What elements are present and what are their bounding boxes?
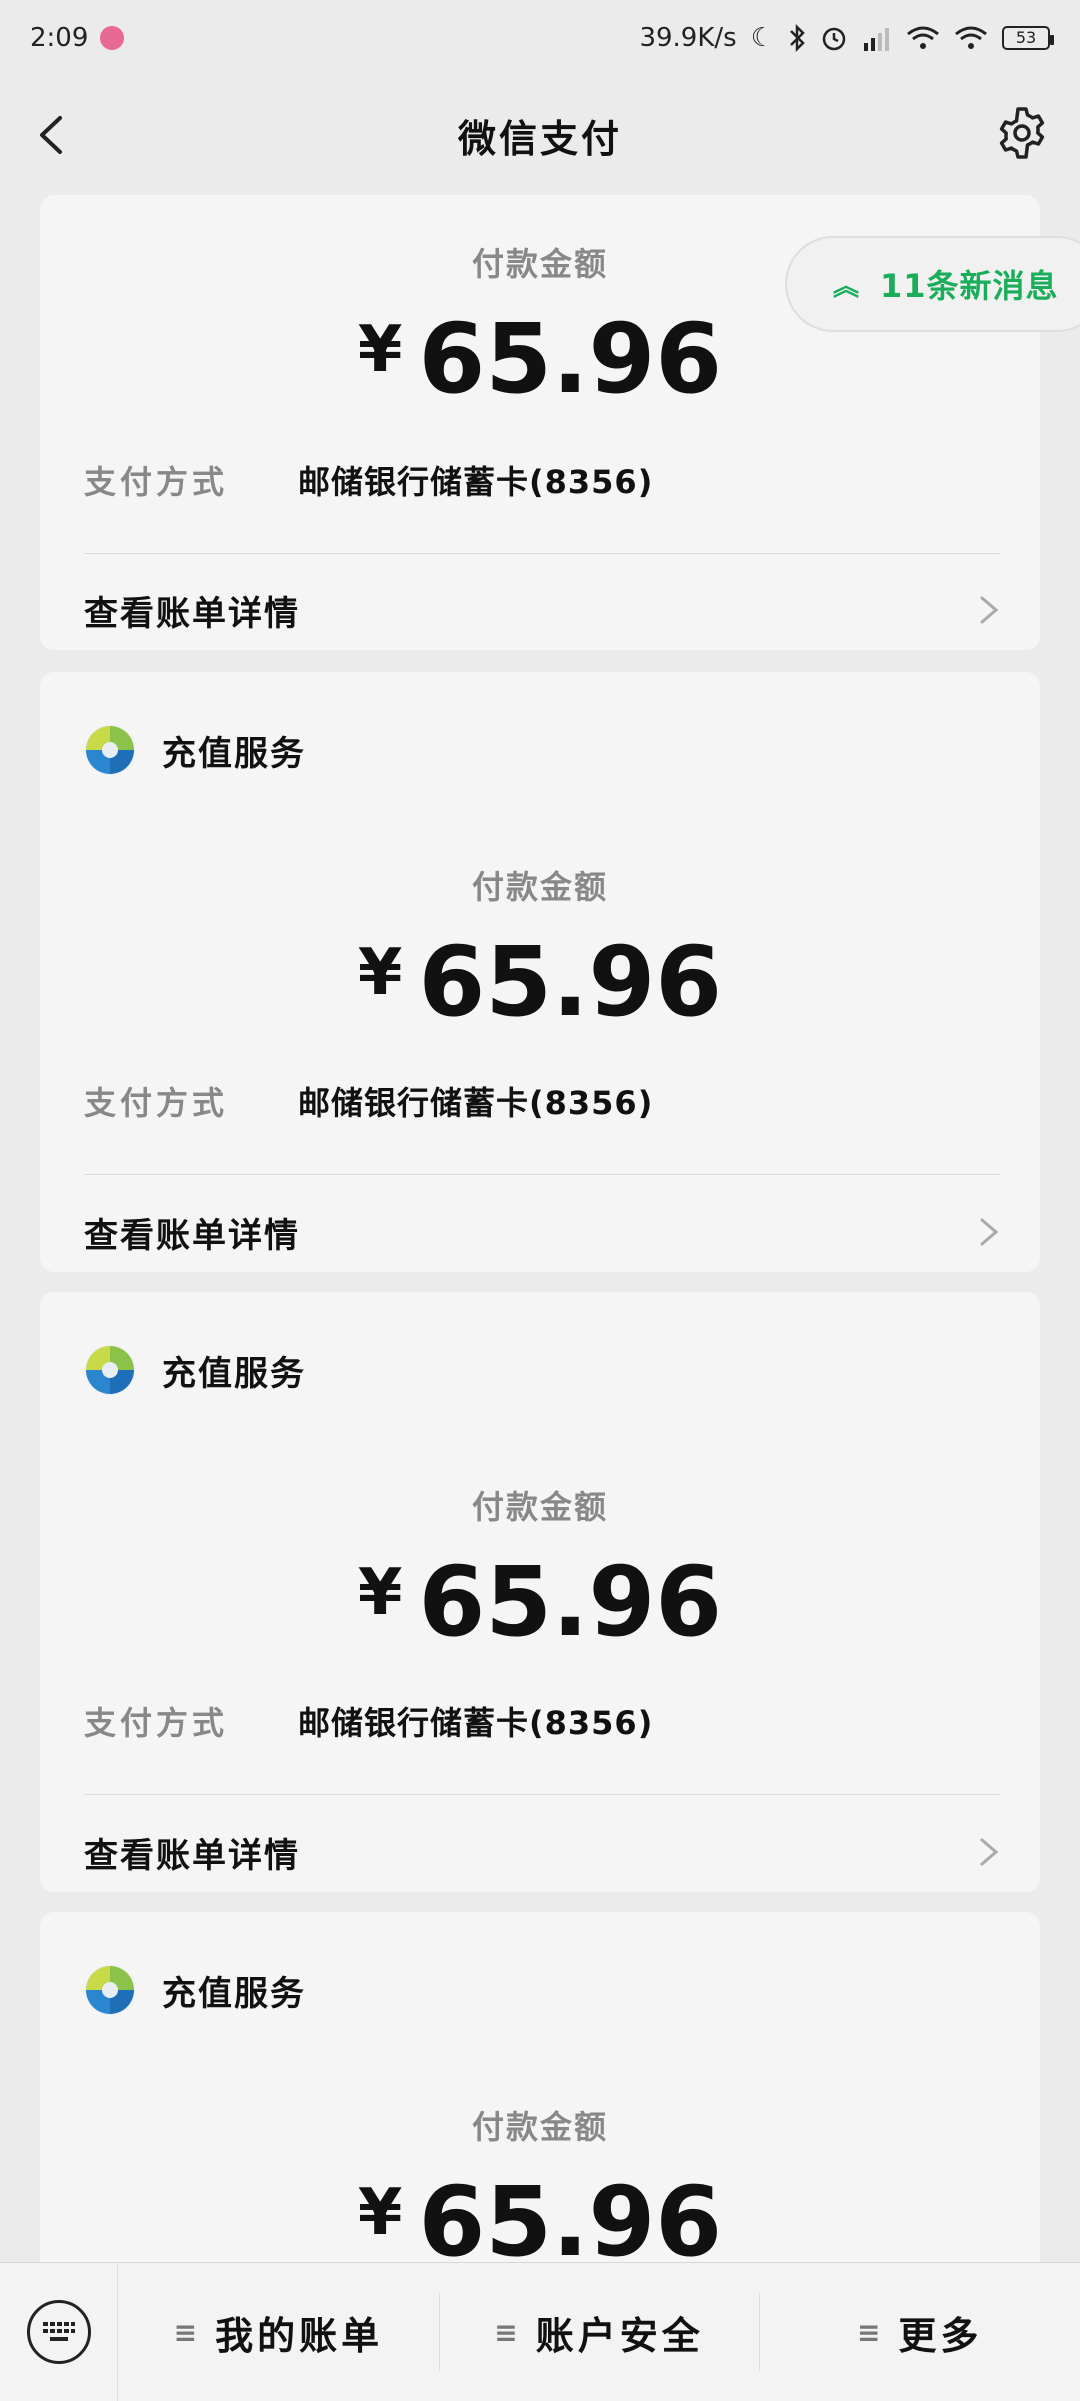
service-name: 充值服务 [162, 1973, 306, 2014]
keyboard-toggle-button[interactable] [0, 2263, 118, 2401]
moon-icon: ☾ [750, 22, 774, 53]
status-bar: 2:09 39.9K/s ☾ 53 [0, 0, 1080, 75]
pay-method-row: 支付方式 邮储银行储蓄卡(8356) [84, 1698, 653, 1744]
menu-my-bills[interactable]: ≡ 我的账单 [118, 2263, 439, 2401]
service-header: 充值服务 [84, 1964, 306, 2016]
wifi-icon-2 [954, 25, 988, 51]
pay-method-value: 邮储银行储蓄卡(8356) [298, 1704, 654, 1742]
new-messages-pill[interactable]: ︽ 11条新消息 [785, 236, 1080, 332]
currency-symbol: ¥ [357, 1556, 403, 1630]
payment-card: 充值服务 付款金额 ¥65.96 支付方式 邮储银行储蓄卡(8356) 查看账单… [40, 1292, 1040, 1892]
currency-symbol: ¥ [357, 2176, 403, 2250]
menu-more[interactable]: ≡ 更多 [759, 2263, 1080, 2401]
chevron-right-icon [980, 596, 999, 624]
notification-dot-icon [100, 25, 125, 50]
divider [84, 1174, 1000, 1175]
amount-number: 65.96 [418, 1546, 723, 1658]
status-time: 2:09 [30, 22, 89, 53]
recharge-service-logo-icon [85, 1965, 135, 2015]
pay-method-row: 支付方式 邮储银行储蓄卡(8356) [84, 457, 653, 503]
menu-list-icon: ≡ [856, 2315, 885, 2349]
menu-label: 我的账单 [215, 2313, 384, 2358]
double-chevron-up-icon: ︽ [833, 271, 861, 302]
amount-label: 付款金额 [471, 2108, 608, 2146]
service-header: 充值服务 [84, 1344, 306, 1396]
detail-link-label: 查看账单详情 [84, 1215, 300, 1256]
payment-card: 充值服务 付款金额 ¥65.96 支付方式 邮储银行储蓄卡(8356) 查看账单… [40, 672, 1040, 1272]
menu-label: 账户安全 [535, 2313, 704, 2358]
new-messages-label: 11条新消息 [880, 267, 1059, 305]
pay-method-label: 支付方式 [84, 1704, 229, 1742]
currency-symbol: ¥ [357, 313, 403, 387]
pay-method-row: 支付方式 邮储银行储蓄卡(8356) [84, 1078, 653, 1124]
settings-gear-icon[interactable] [994, 105, 1050, 161]
page-title: 微信支付 [457, 116, 622, 161]
signal-icon [862, 25, 892, 51]
service-name: 充值服务 [162, 1353, 306, 1394]
menu-list-icon: ≡ [173, 2315, 202, 2349]
wifi-icon [906, 25, 940, 51]
alarm-icon [820, 24, 848, 52]
pay-method-label: 支付方式 [84, 463, 229, 501]
view-bill-detail-link[interactable]: 查看账单详情 [84, 580, 1004, 640]
amount-label: 付款金额 [471, 1488, 608, 1526]
recharge-service-logo-icon [85, 1345, 135, 1395]
back-arrow-icon[interactable] [30, 110, 80, 160]
chevron-right-icon [980, 1218, 999, 1246]
amount-value: ¥65.96 [40, 926, 1040, 1038]
bluetooth-icon [788, 23, 806, 52]
amount-number: 65.96 [418, 303, 723, 415]
pay-method-value: 邮储银行储蓄卡(8356) [298, 463, 654, 501]
chevron-right-icon [980, 1838, 999, 1866]
battery-icon: 53 [1002, 25, 1054, 50]
keyboard-icon [26, 2300, 91, 2364]
menu-account-security[interactable]: ≡ 账户安全 [438, 2263, 760, 2401]
amount-number: 65.96 [418, 926, 723, 1038]
divider [84, 553, 1000, 554]
bottom-menu-bar: ≡ 我的账单 ≡ 账户安全 ≡ 更多 [0, 2262, 1080, 2401]
view-bill-detail-link[interactable]: 查看账单详情 [84, 1202, 1004, 1262]
detail-link-label: 查看账单详情 [84, 1835, 300, 1876]
nav-bar: 微信支付 [0, 75, 1080, 195]
currency-symbol: ¥ [357, 936, 403, 1010]
service-name: 充值服务 [162, 733, 306, 774]
menu-list-icon: ≡ [494, 2315, 522, 2349]
pay-method-label: 支付方式 [84, 1084, 229, 1122]
amount-value: ¥65.96 [40, 1546, 1040, 1658]
detail-link-label: 查看账单详情 [84, 593, 300, 634]
payment-card: 充值服务 付款金额 ¥65.96 [40, 1912, 1040, 2312]
divider [84, 1794, 1000, 1795]
net-speed: 39.9K/s [639, 22, 737, 53]
recharge-service-logo-icon [85, 725, 135, 775]
pay-method-value: 邮储银行储蓄卡(8356) [298, 1084, 654, 1122]
menu-label: 更多 [898, 2313, 983, 2358]
amount-label: 付款金额 [471, 868, 608, 906]
service-header: 充值服务 [84, 724, 306, 776]
view-bill-detail-link[interactable]: 查看账单详情 [84, 1822, 1004, 1882]
